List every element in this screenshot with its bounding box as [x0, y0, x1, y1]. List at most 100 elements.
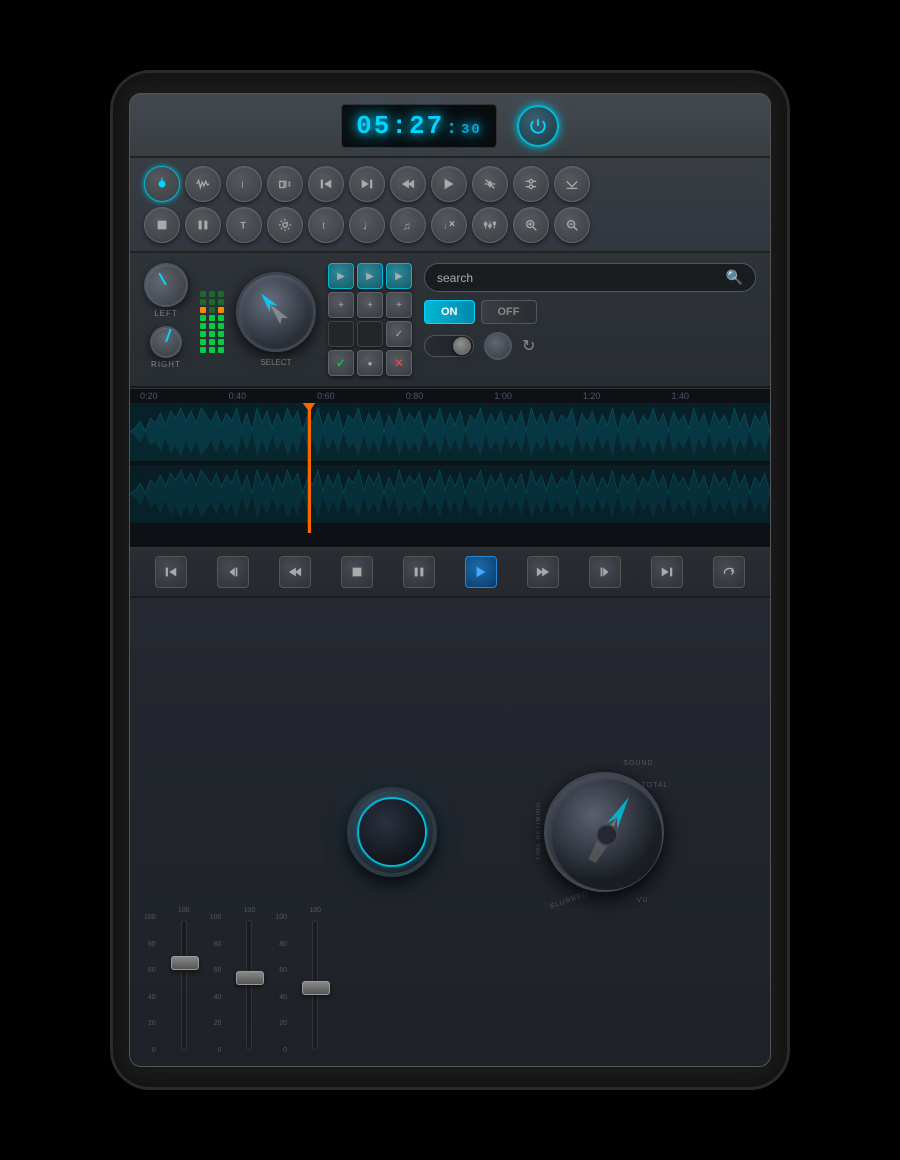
fader-track-2[interactable] [246, 920, 252, 1050]
transport-fastfwd[interactable] [527, 556, 559, 588]
volume-knob-inner [357, 797, 427, 867]
toggle-on-button[interactable]: ON [424, 300, 475, 324]
btn-rewind[interactable] [390, 166, 426, 202]
search-input[interactable] [437, 271, 720, 285]
right-knob[interactable] [145, 321, 186, 362]
right-label: RIGHT [151, 360, 181, 369]
vu-dot [209, 307, 215, 313]
grid-btn-plus2[interactable]: + [357, 292, 383, 318]
grid-btn-x[interactable]: ✕ [386, 350, 412, 376]
scale2-100: 100 [210, 914, 222, 921]
speed-knob-section: SOUND TOTAL VU SLURRED TIME RETIMING [451, 610, 756, 1054]
mini-toggle-1[interactable] [424, 335, 474, 357]
search-icon: 🔍 [726, 269, 743, 286]
btn-record[interactable] [144, 166, 180, 202]
btn-skip-back[interactable] [308, 166, 344, 202]
scale3-20: 20 [279, 1020, 287, 1027]
transport-next[interactable] [589, 556, 621, 588]
timeline-mark: 0:60 [317, 391, 406, 401]
btn-eq[interactable] [513, 166, 549, 202]
left-knob[interactable] [136, 255, 196, 315]
fader-track-1[interactable] [181, 920, 187, 1050]
btn-waveform[interactable] [185, 166, 221, 202]
button-section: i [130, 158, 770, 253]
search-bar[interactable]: 🔍 [424, 263, 756, 292]
middle-section: LEFT RIGHT [130, 253, 770, 388]
fader-scale: 100 80 60 40 20 0 [144, 914, 156, 1054]
svg-text:t: t [323, 221, 326, 231]
btn-mixer[interactable] [472, 207, 508, 243]
transport-play[interactable] [465, 556, 497, 588]
vu-dot [200, 291, 206, 297]
vu-dot [209, 291, 215, 297]
grid-btn-sq1[interactable] [328, 321, 354, 347]
fader-handle-3[interactable] [302, 981, 330, 995]
vu-dot-green [200, 339, 206, 345]
fader-channel-2: 100 [231, 907, 267, 1054]
scale2-40: 40 [214, 994, 222, 1001]
btn-text[interactable]: T [226, 207, 262, 243]
grid-btn-play-r[interactable]: ▶ [328, 263, 354, 289]
grid-btn-plus3[interactable]: + [386, 292, 412, 318]
volume-knob[interactable] [347, 787, 437, 877]
btn-settings[interactable] [267, 207, 303, 243]
vu-dot-green [209, 339, 215, 345]
volume-knob-section [347, 610, 437, 1054]
top-section: 05:27 : 30 [130, 94, 770, 158]
vu-dot-green [209, 323, 215, 329]
fader-track-3[interactable] [312, 920, 318, 1050]
grid-row-2: + + + [328, 292, 412, 318]
grid-btn-sq2[interactable] [357, 321, 383, 347]
grid-btn-plus1[interactable]: + [328, 292, 354, 318]
fader-handle-1[interactable] [171, 956, 199, 970]
grid-btn-fwd[interactable]: ▶ [386, 263, 412, 289]
power-button[interactable] [517, 105, 559, 147]
speed-knob[interactable] [544, 772, 664, 892]
transport-skip-end[interactable] [651, 556, 683, 588]
mini-round-knob[interactable] [484, 332, 512, 360]
grid-btn-check[interactable]: ✓ [328, 350, 354, 376]
fader-channel-1: 100 [166, 907, 202, 1054]
time-sub: 30 [461, 122, 482, 138]
scale2-60: 60 [214, 967, 222, 974]
transport-rewind[interactable] [279, 556, 311, 588]
transport-stop[interactable] [341, 556, 373, 588]
btn-zoom-in[interactable] [513, 207, 549, 243]
btn-note[interactable]: ♩ [349, 207, 385, 243]
waveform-canvas[interactable] [130, 403, 770, 533]
btn-note-x[interactable]: ♩ [431, 207, 467, 243]
grid-section: ▶ ▶ ▶ + + + ✓ ✓ ● ✕ [328, 263, 412, 376]
vu-dot-green [218, 347, 224, 353]
vu-dot-green [200, 331, 206, 337]
grid-btn-play[interactable]: ▶ [357, 263, 383, 289]
btn-stop[interactable] [144, 207, 180, 243]
vu-dot-green [218, 315, 224, 321]
transport-pause[interactable] [403, 556, 435, 588]
grid-btn-check-top[interactable]: ✓ [386, 321, 412, 347]
btn-play[interactable] [431, 166, 467, 202]
left-label: LEFT [154, 309, 178, 318]
btn-info[interactable]: i [226, 166, 262, 202]
vu-dot-green [218, 323, 224, 329]
vu-dot [209, 299, 215, 305]
btn-sync[interactable] [267, 166, 303, 202]
grid-btn-circle[interactable]: ● [357, 350, 383, 376]
vu-col-3 [218, 291, 224, 353]
toggle-off-button[interactable]: OFF [481, 300, 537, 324]
btn-fx1[interactable] [472, 166, 508, 202]
select-knob[interactable] [236, 272, 316, 352]
btn-skip-fwd[interactable] [349, 166, 385, 202]
btn-lowercase-t[interactable]: t [308, 207, 344, 243]
btn-beamed-notes[interactable]: ♫ [390, 207, 426, 243]
time-display: 05:27 : 30 [341, 104, 497, 148]
refresh-icon[interactable]: ↻ [522, 336, 535, 356]
btn-down[interactable] [554, 166, 590, 202]
btn-pause[interactable] [185, 207, 221, 243]
transport-prev[interactable] [217, 556, 249, 588]
playhead[interactable] [309, 403, 311, 533]
btn-zoom-out[interactable] [554, 207, 590, 243]
fader-handle-2[interactable] [236, 971, 264, 985]
time-main: 05:27 [356, 111, 444, 141]
transport-loop[interactable] [713, 556, 745, 588]
transport-skip-start[interactable] [155, 556, 187, 588]
